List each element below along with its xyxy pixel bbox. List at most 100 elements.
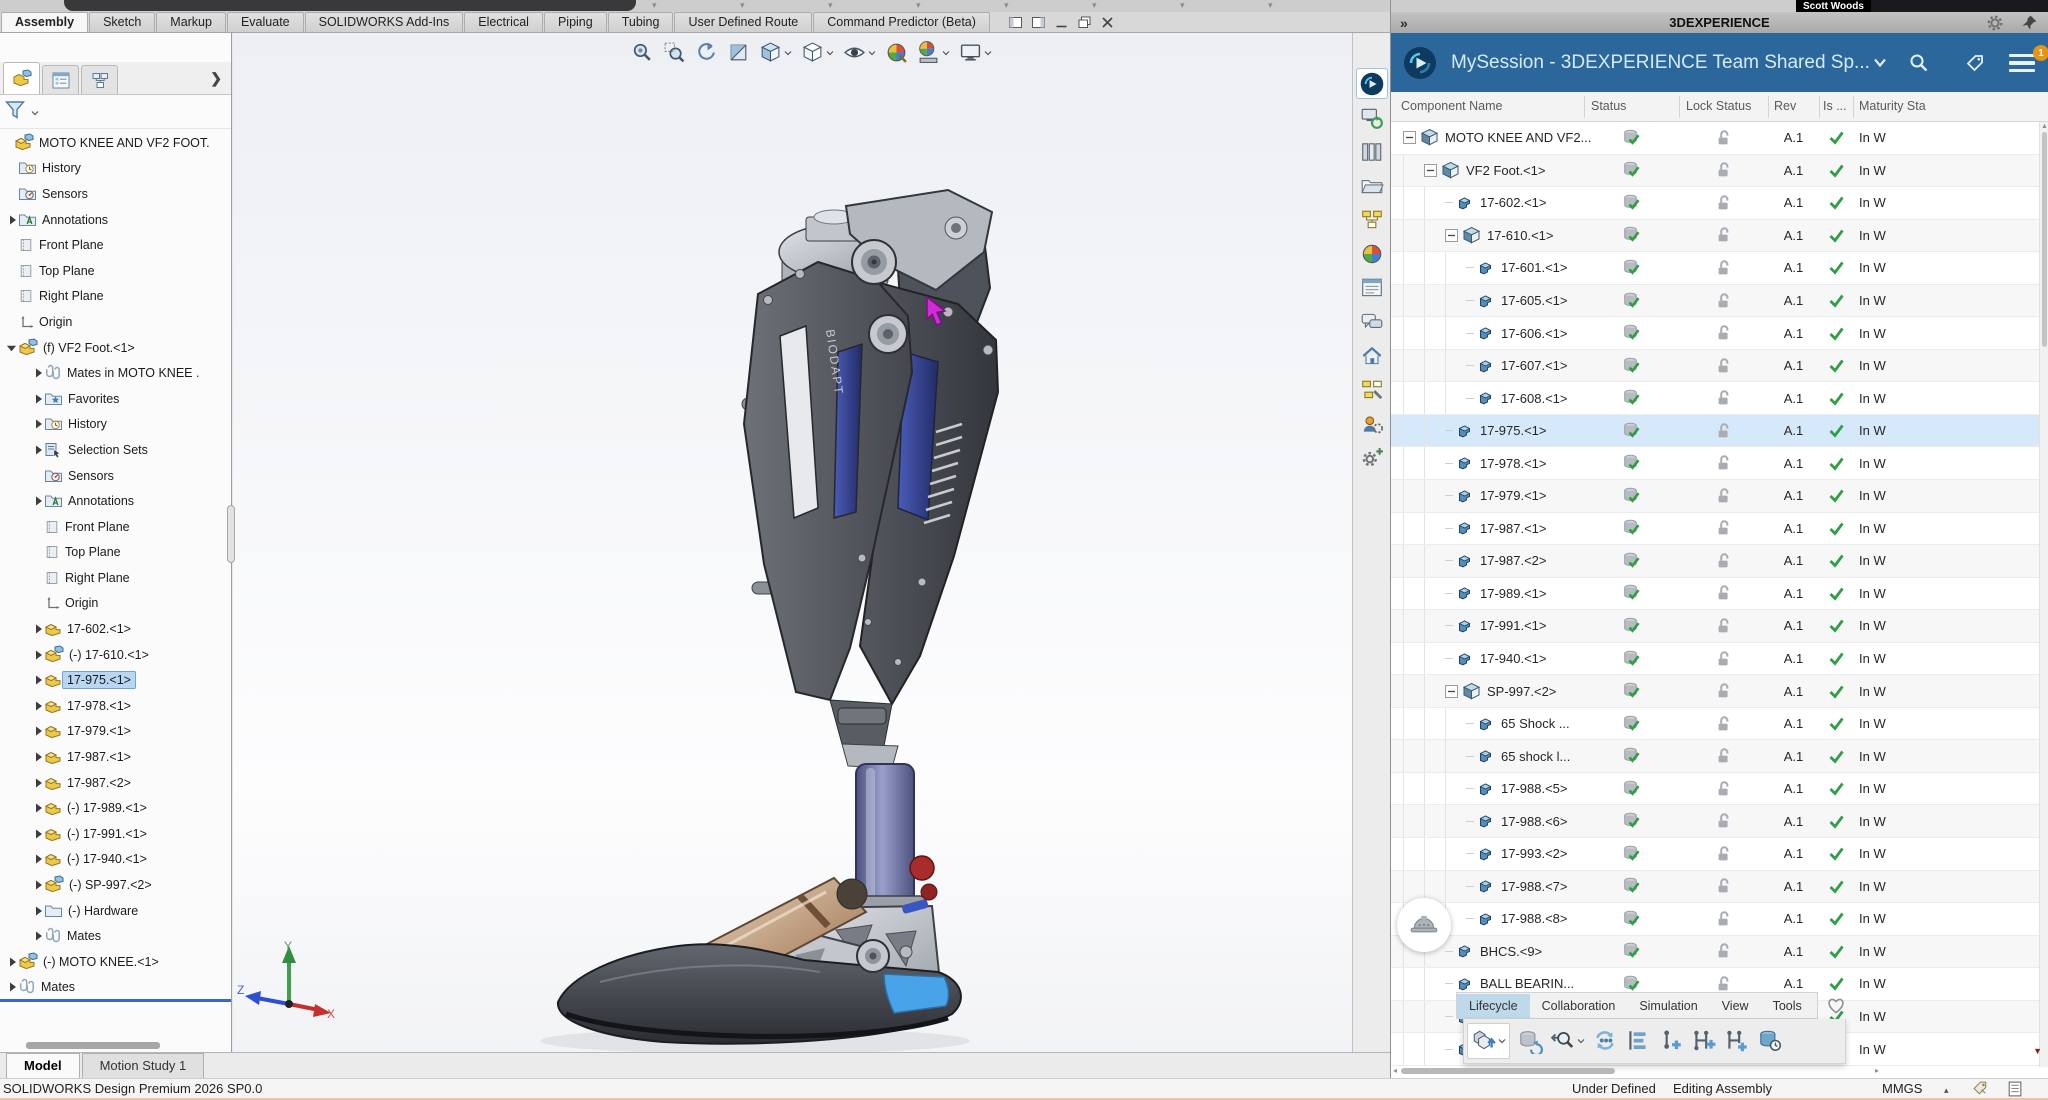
- component-row[interactable]: VF2 Foot.<1>A.1In W: [1391, 155, 2040, 188]
- tree-item[interactable]: 17-987.<2>: [0, 770, 231, 796]
- component-row[interactable]: SP-997.<2>A.1In W: [1391, 675, 2040, 708]
- tree-item-label[interactable]: Selection Sets: [64, 442, 152, 458]
- taskpane-assets-schematic[interactable]: [1356, 374, 1388, 405]
- hud-previous-view[interactable]: [695, 41, 718, 64]
- expand-arrow-icon[interactable]: [32, 879, 43, 891]
- toolbar-insert-node[interactable]: [1658, 1028, 1684, 1054]
- search-icon[interactable]: [1909, 53, 1929, 73]
- component-row[interactable]: 17-988.<5>A.1In W: [1391, 773, 2040, 806]
- panel-horizontal-scrollbar[interactable]: ◂ ▸: [1393, 1065, 1913, 1076]
- tree-item[interactable]: Annotations: [0, 207, 231, 233]
- hud-apply-scene[interactable]: [917, 41, 950, 64]
- component-name[interactable]: 17-988.<5>: [1501, 781, 1568, 796]
- actionbar-tab-tools[interactable]: Tools: [1761, 994, 1814, 1018]
- hud-hide-show-items[interactable]: [843, 41, 876, 64]
- collapse-panel-icon[interactable]: »: [1400, 15, 1408, 31]
- expand-arrow-icon[interactable]: [32, 802, 43, 814]
- tree-item-label[interactable]: Sensors: [64, 468, 118, 484]
- tree-item-label[interactable]: Right Plane: [61, 570, 134, 586]
- scroll-down-indicator[interactable]: ▼: [2033, 1046, 2042, 1056]
- units-caret-icon[interactable]: ▴: [1944, 1085, 1949, 1096]
- features-tree-tab[interactable]: [3, 62, 40, 94]
- expand-arrow-icon[interactable]: [32, 418, 43, 430]
- status-tag-icon[interactable]: [1972, 1080, 1990, 1100]
- tree-item-label[interactable]: 17-602.<1>: [63, 621, 135, 637]
- zoom-fit-icon[interactable]: [631, 41, 654, 64]
- menu-tab-electrical[interactable]: Electrical: [464, 12, 543, 32]
- tree-item[interactable]: Top Plane: [0, 540, 231, 566]
- insert-node-icon[interactable]: [1658, 1028, 1684, 1054]
- tree-item-label[interactable]: Mates: [63, 928, 105, 944]
- column-header[interactable]: Maturity Sta: [1859, 99, 1926, 113]
- tree-item-label[interactable]: Sensors: [38, 186, 92, 202]
- tree-item-label[interactable]: (-) Hardware: [64, 903, 142, 919]
- component-row[interactable]: 17-991.<1>A.1In W: [1391, 610, 2040, 643]
- toolbar-overflow-caret-icon[interactable]: ▾: [1004, 0, 1009, 11]
- tree-item-label[interactable]: 17-975.<1>: [63, 672, 135, 688]
- menu-tab-evaluate[interactable]: Evaluate: [227, 12, 304, 32]
- tree-item-label[interactable]: Annotations: [38, 212, 112, 228]
- tree-item-label[interactable]: History: [38, 160, 85, 176]
- session-title[interactable]: MySession - 3DEXPERIENCE Team Shared Sp.…: [1451, 52, 1870, 74]
- tree-item-label[interactable]: (-) SP-997.<2>: [65, 877, 156, 893]
- tree-item[interactable]: (-) 17-991.<1>: [0, 821, 231, 847]
- tree-item-label[interactable]: Origin: [61, 595, 102, 611]
- tree-item[interactable]: History: [0, 412, 231, 438]
- sync-status-icon[interactable]: [1592, 1028, 1618, 1054]
- component-row[interactable]: 17-607.<1>A.1In W: [1391, 350, 2040, 383]
- minimize-icon[interactable]: [1054, 15, 1069, 30]
- dropdown-caret-icon[interactable]: [1498, 1038, 1506, 1044]
- tree-item[interactable]: Front Plane: [0, 514, 231, 540]
- doc-tab-model[interactable]: Model: [6, 1053, 80, 1078]
- branch-add-alt-icon[interactable]: [1724, 1028, 1750, 1054]
- component-name[interactable]: 17-606.<1>: [1501, 326, 1568, 341]
- history-database-icon[interactable]: [1757, 1028, 1783, 1054]
- component-row[interactable]: 17-605.<1>A.1In W: [1391, 285, 2040, 318]
- dropdown-caret-icon[interactable]: [942, 50, 950, 56]
- column-header[interactable]: Is ...: [1823, 99, 1847, 113]
- properties-tab[interactable]: [42, 65, 79, 94]
- expand-arrow-icon[interactable]: [32, 828, 43, 840]
- tree-item[interactable]: 17-602.<1>: [0, 616, 231, 642]
- column-separator[interactable]: [1853, 96, 1854, 118]
- taskpane-home[interactable]: [1356, 340, 1388, 371]
- component-name[interactable]: 65 Shock ...: [1501, 716, 1570, 731]
- taskpane-user-tools[interactable]: [1356, 408, 1388, 439]
- actionbar-tab-simulation[interactable]: Simulation: [1627, 994, 1709, 1018]
- tree-item[interactable]: Sensors: [0, 181, 231, 207]
- hide-show-items-icon[interactable]: [843, 41, 866, 64]
- expand-arrow-icon[interactable]: [32, 700, 43, 712]
- expand-arrow-icon[interactable]: [32, 930, 43, 942]
- toolbar-explore-search[interactable]: [1550, 1028, 1585, 1054]
- toolbar-branch-add-alt[interactable]: [1724, 1028, 1750, 1054]
- component-row[interactable]: 17-988.<6>A.1In W: [1391, 805, 2040, 838]
- column-header[interactable]: Lock Status: [1686, 99, 1751, 113]
- hud-display-style[interactable]: [801, 41, 834, 64]
- component-row[interactable]: 17-978.<1>A.1In W: [1391, 447, 2040, 480]
- expand-arrow-icon[interactable]: [32, 725, 43, 737]
- component-row[interactable]: 65 Shock ...A.1In W: [1391, 708, 2040, 741]
- chevron-down-icon[interactable]: [1873, 57, 1887, 68]
- assistant-helmet-button[interactable]: [1397, 898, 1451, 952]
- actionbar-tab-lifecycle[interactable]: Lifecycle: [1457, 994, 1530, 1018]
- tree-item[interactable]: Right Plane: [0, 565, 231, 591]
- expand-arrow-icon[interactable]: [32, 444, 43, 456]
- component-row[interactable]: BHCS.<9>A.1In W: [1391, 936, 2040, 969]
- component-row[interactable]: 17-601.<1>A.1In W: [1391, 252, 2040, 285]
- component-name[interactable]: 17-988.<8>: [1501, 911, 1568, 926]
- hud-edit-appearance[interactable]: [885, 41, 908, 64]
- tree-item[interactable]: Right Plane: [0, 284, 231, 310]
- component-row[interactable]: 17-608.<1>A.1In W: [1391, 382, 2040, 415]
- tree-item[interactable]: 17-979.<1>: [0, 719, 231, 745]
- hscrollbar-thumb[interactable]: [1401, 1068, 1615, 1074]
- actionbar-tab-collaboration[interactable]: Collaboration: [1530, 994, 1628, 1018]
- toolbar-overflow-caret-icon[interactable]: ▾: [828, 0, 833, 11]
- toolbar-sync-status[interactable]: [1592, 1028, 1618, 1054]
- column-separator[interactable]: [1584, 96, 1585, 118]
- tree-item[interactable]: (-) 17-940.<1>: [0, 847, 231, 873]
- component-name[interactable]: SP-997.<2>: [1487, 684, 1556, 699]
- collapse-expander-icon[interactable]: [1445, 685, 1458, 698]
- component-row[interactable]: 17-987.<1>A.1In W: [1391, 513, 2040, 546]
- component-row[interactable]: 17-988.<7>A.1In W: [1391, 871, 2040, 904]
- tree-item-label[interactable]: 17-979.<1>: [63, 723, 135, 739]
